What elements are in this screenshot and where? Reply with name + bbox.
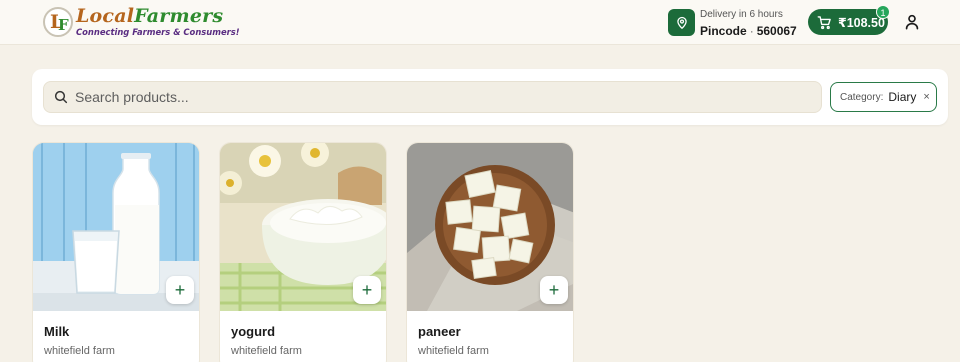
product-farm: whitefield farm: [418, 345, 489, 357]
pincode-label: Pincode: [700, 24, 747, 38]
product-farm: whitefield farm: [44, 345, 115, 357]
logo-badge-icon: L F: [43, 7, 73, 37]
delivery-info[interactable]: Delivery in 6 hours Pincode · 560067: [700, 9, 797, 39]
product-name[interactable]: Milk: [44, 324, 69, 339]
pincode-display: Pincode · 560067: [700, 23, 797, 39]
search-input[interactable]: [75, 89, 775, 105]
product-card-yogurd[interactable]: + yogurd whitefield farm: [219, 142, 387, 362]
logo-letter-f: F: [58, 16, 69, 34]
category-filter-chip[interactable]: Category: Diary ×: [830, 82, 937, 112]
add-to-cart-button[interactable]: +: [540, 276, 568, 304]
product-name[interactable]: yogurd: [231, 324, 275, 339]
product-card-paneer[interactable]: + paneer whitefield farm: [406, 142, 574, 362]
map-pin-icon[interactable]: [668, 9, 695, 36]
pincode-separator: ·: [749, 24, 754, 38]
add-to-cart-button[interactable]: +: [166, 276, 194, 304]
product-card-milk[interactable]: + Milk whitefield farm: [32, 142, 200, 362]
brand-logo[interactable]: L F LocalFarmers Connecting Farmers & Co…: [43, 5, 240, 39]
shopping-cart-icon: [817, 15, 831, 29]
brand-name: LocalFarmers: [76, 7, 240, 26]
filter-value: Diary: [888, 90, 917, 104]
product-name[interactable]: paneer: [418, 324, 461, 339]
product-farm: whitefield farm: [231, 345, 302, 357]
brand-name-part1: Local: [76, 5, 135, 28]
filter-label: Category:: [840, 91, 884, 103]
search-icon: [54, 90, 68, 104]
top-header: L F LocalFarmers Connecting Farmers & Co…: [0, 0, 960, 45]
delivery-time-label: Delivery in 6 hours: [700, 9, 783, 20]
user-icon[interactable]: [902, 12, 922, 32]
close-icon[interactable]: ×: [923, 91, 929, 103]
brand-tagline: Connecting Farmers & Consumers!: [76, 27, 240, 38]
search-panel: Category: Diary ×: [32, 69, 948, 125]
add-to-cart-button[interactable]: +: [353, 276, 381, 304]
search-box[interactable]: [43, 81, 822, 113]
logo-text: LocalFarmers Connecting Farmers & Consum…: [76, 7, 240, 38]
brand-name-part2: Farmers: [134, 5, 224, 28]
cart-count-badge: 1: [876, 5, 890, 19]
pincode-value: 560067: [756, 24, 797, 38]
